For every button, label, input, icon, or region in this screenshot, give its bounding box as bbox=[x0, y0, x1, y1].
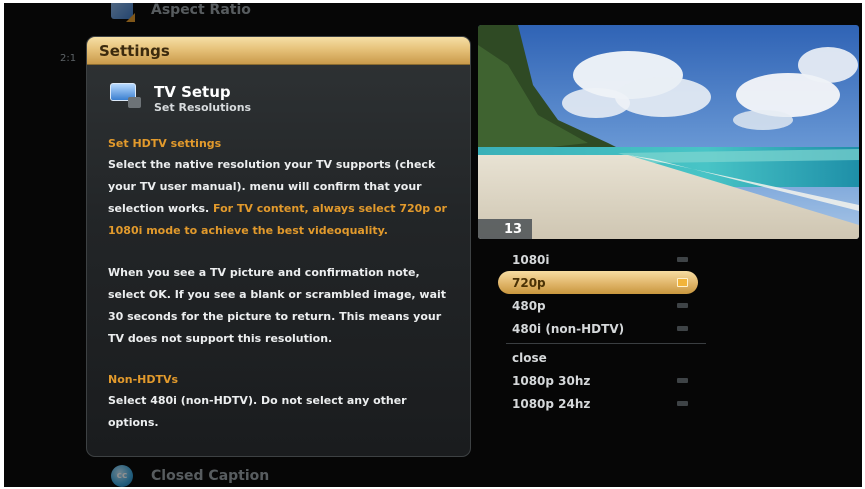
tv-screen: Aspect Ratio 2:1 Settings TV Setup Set R… bbox=[4, 3, 862, 487]
menu-item-label: Aspect Ratio bbox=[151, 3, 251, 18]
setup-subtitle: Set Resolutions bbox=[154, 101, 252, 114]
section-text-hdtv: Select the native resolution your TV sup… bbox=[108, 154, 448, 242]
closed-caption-icon: cc bbox=[111, 465, 133, 487]
resolution-option-1080i[interactable]: 1080i bbox=[498, 248, 698, 271]
resolution-list: 1080i 720p 480p 480i (non-HDTV) close 10… bbox=[498, 248, 706, 415]
resolution-option-480p[interactable]: 480p bbox=[498, 294, 698, 317]
resolution-label: 480i (non-HDTV) bbox=[512, 321, 625, 336]
selected-indicator-icon bbox=[677, 278, 688, 287]
menu-item-closed-caption[interactable]: cc Closed Caption bbox=[111, 465, 269, 487]
section-text-non-hdtv: Select 480i (non-HDTV). Do not select an… bbox=[108, 394, 407, 429]
section-heading-non-hdtv: Non-HDTVs bbox=[108, 373, 179, 386]
aspect-ratio-icon bbox=[111, 3, 135, 22]
radio-indicator-icon bbox=[677, 378, 688, 383]
clock-fragment: 2:1 bbox=[60, 53, 77, 64]
setup-title: TV Setup bbox=[154, 83, 231, 101]
beach-preview-image bbox=[478, 25, 859, 239]
list-divider bbox=[506, 343, 706, 344]
tv-setup-icon bbox=[110, 83, 141, 109]
menu-item-label: Closed Caption bbox=[151, 468, 270, 484]
resolution-label: close bbox=[512, 350, 547, 365]
resolution-label: 1080p 24hz bbox=[512, 396, 591, 411]
video-preview: 13 bbox=[478, 25, 859, 239]
resolution-label: 480p bbox=[512, 298, 546, 313]
radio-indicator-icon bbox=[677, 326, 688, 331]
resolution-option-1080p-24hz[interactable]: 1080p 24hz bbox=[498, 392, 698, 415]
resolution-option-1080p-30hz[interactable]: 1080p 30hz bbox=[498, 369, 698, 392]
radio-indicator-icon bbox=[677, 257, 688, 262]
resolution-option-720p[interactable]: 720p bbox=[498, 271, 698, 294]
radio-indicator-icon bbox=[677, 303, 688, 308]
resolution-option-480i[interactable]: 480i (non-HDTV) bbox=[498, 317, 698, 340]
resolution-label: 1080i bbox=[512, 252, 550, 267]
radio-indicator-icon bbox=[677, 401, 688, 406]
menu-item-aspect-ratio[interactable]: Aspect Ratio bbox=[111, 3, 251, 22]
channel-badge: 13 bbox=[478, 219, 532, 239]
settings-title: Settings bbox=[99, 41, 170, 60]
tv-setup-heading: TV Setup Set Resolutions bbox=[110, 83, 251, 115]
resolution-label: 1080p 30hz bbox=[512, 373, 591, 388]
settings-panel: Settings TV Setup Set Resolutions Set HD… bbox=[86, 36, 471, 457]
resolution-label: 720p bbox=[512, 275, 546, 290]
help-text: Set HDTV settings Select the native reso… bbox=[108, 134, 448, 434]
section-text-confirm: When you see a TV picture and confirmati… bbox=[108, 266, 447, 345]
close-option[interactable]: close bbox=[498, 346, 698, 369]
settings-header: Settings bbox=[87, 37, 470, 65]
section-heading-hdtv: Set HDTV settings bbox=[108, 137, 222, 150]
